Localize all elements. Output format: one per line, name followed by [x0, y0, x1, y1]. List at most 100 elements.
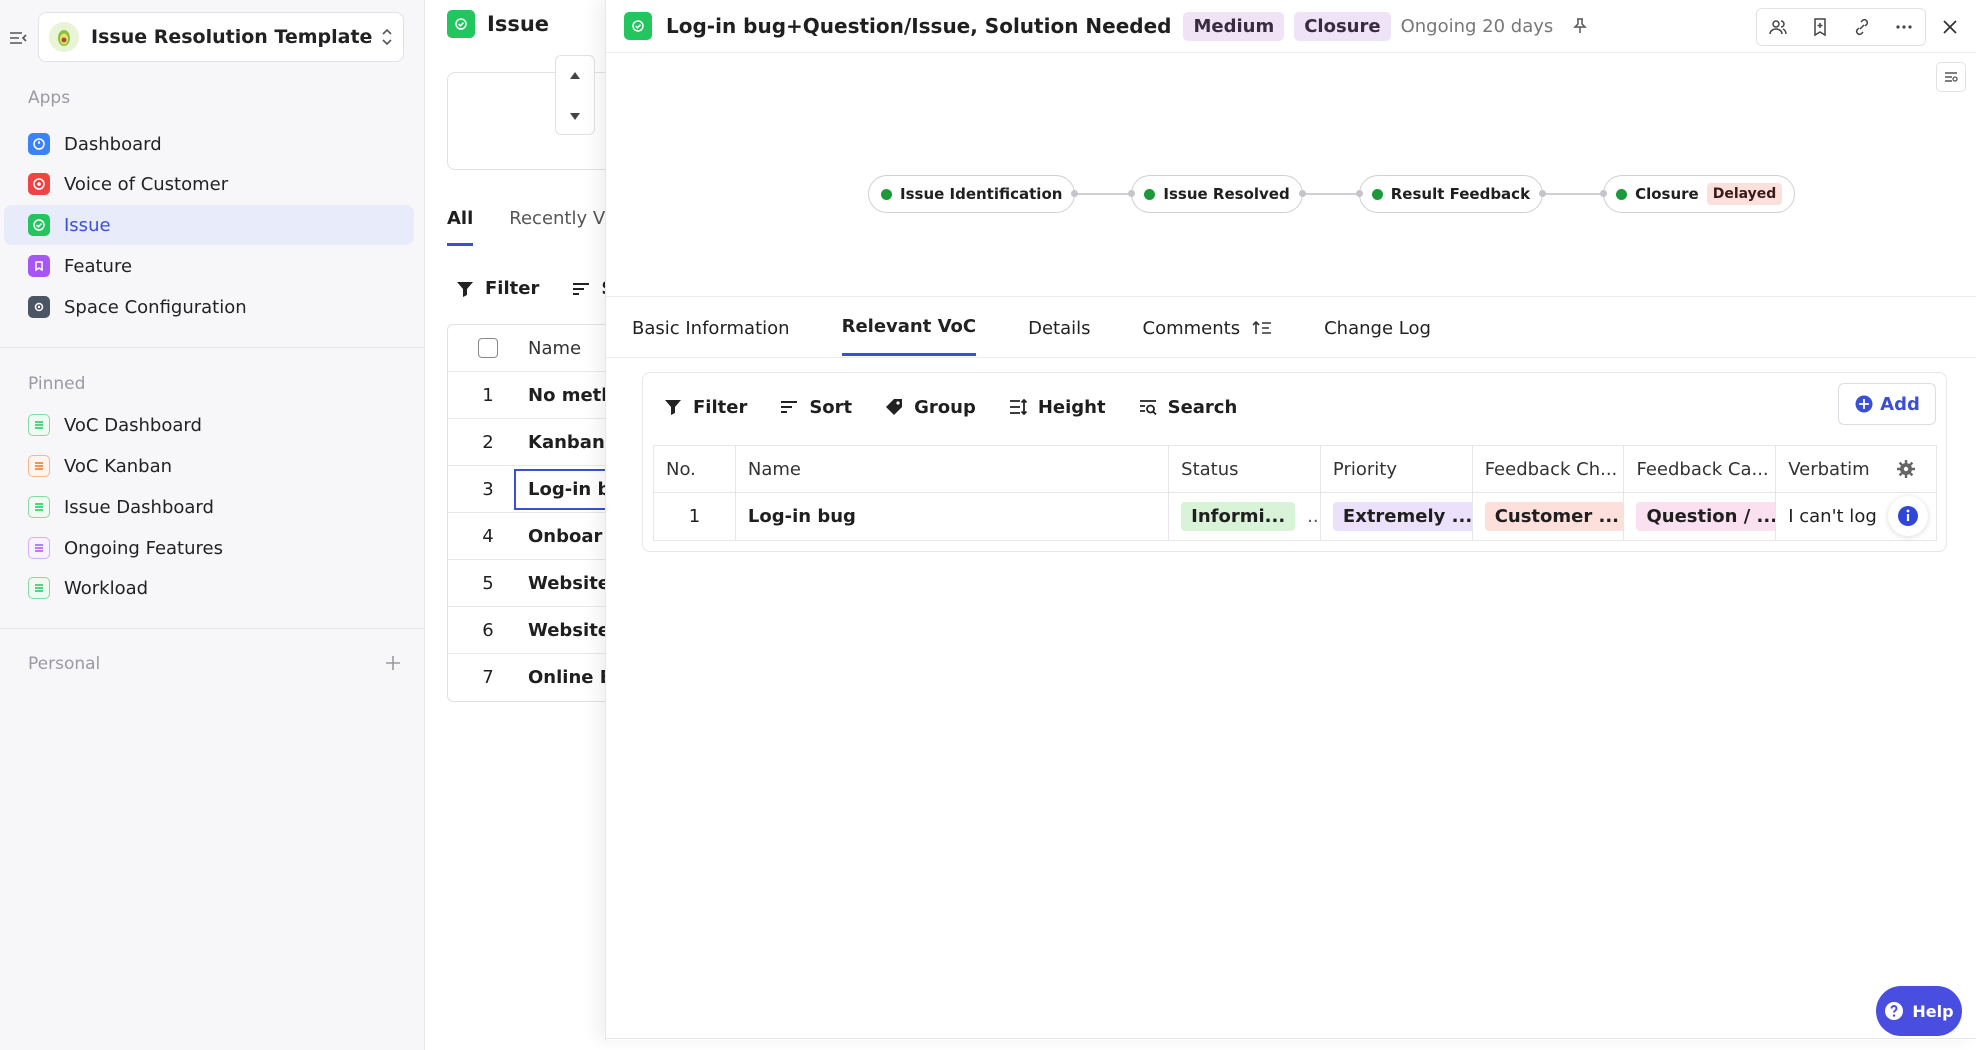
sidebar-item-space-configuration[interactable]: Space Configuration — [4, 287, 414, 327]
copy-link-button[interactable] — [1841, 9, 1883, 45]
tab-basic-information[interactable]: Basic Information — [632, 316, 790, 356]
previous-record-button[interactable] — [556, 56, 594, 96]
add-label: Add — [1880, 393, 1920, 415]
sidebar-item-label: Space Configuration — [64, 296, 247, 318]
tab-details[interactable]: Details — [1028, 316, 1090, 356]
tab-all[interactable]: All — [447, 208, 474, 246]
tag-icon — [886, 399, 903, 415]
next-record-button[interactable] — [556, 96, 594, 136]
table-settings-button[interactable] — [1888, 451, 1924, 487]
sidebar-item-label: Feature — [64, 255, 133, 277]
table-row[interactable]: 6 Website — [448, 607, 605, 654]
relevant-voc-card: Filter Sort Group Height Search Add No. … — [642, 372, 1947, 552]
column-header-feedback-channel[interactable]: Feedback Ch... — [1473, 446, 1625, 492]
issue-list-table: Name 1No meth 2Kanban 3Log-in b 4Onboar … — [447, 324, 605, 702]
list-header: Issue — [447, 10, 549, 38]
bookmark-button[interactable] — [1799, 9, 1841, 45]
gear-icon — [28, 296, 50, 318]
table-row[interactable]: 4 Onboar — [448, 513, 605, 560]
side-panel-toggle[interactable] — [1936, 62, 1966, 92]
add-voc-button[interactable]: Add — [1838, 383, 1936, 425]
group-button[interactable]: Group — [884, 397, 976, 418]
cell-feedback-category[interactable]: Question / ... — [1624, 493, 1777, 540]
row-number: 4 — [482, 525, 494, 547]
workflow-stage-result-feedback[interactable]: Result Feedback — [1358, 175, 1544, 213]
collapse-sidebar-icon[interactable] — [8, 28, 28, 48]
panel-bottom-border — [605, 1038, 1976, 1039]
tab-recently-viewed[interactable]: Recently Vi — [509, 208, 605, 246]
workflow-stage-closure[interactable]: Closure Delayed — [1603, 175, 1796, 213]
issue-detail-panel: Log-in bug+Question/Issue, Solution Need… — [605, 0, 1976, 1040]
space-selector[interactable]: Issue Resolution Template — [38, 12, 404, 62]
cell-status[interactable]: Informi... ... — [1169, 493, 1321, 540]
search-button[interactable]: Search — [1138, 397, 1237, 418]
triangle-up-icon — [570, 72, 580, 79]
list-filter-label: Filter — [485, 278, 540, 299]
pinned-item-workload[interactable]: Workload — [4, 568, 414, 608]
more-options-button[interactable] — [1883, 9, 1925, 45]
filter-button[interactable]: Filter — [663, 397, 747, 418]
cell-feedback-channel[interactable]: Customer ... — [1473, 493, 1625, 540]
space-name: Issue Resolution Template — [91, 26, 373, 48]
help-button[interactable]: Help — [1876, 986, 1962, 1036]
pinned-item-ongoing-features[interactable]: Ongoing Features — [4, 528, 414, 568]
list-filter-button[interactable]: Filter — [455, 278, 539, 299]
chevron-updown-icon — [382, 28, 392, 46]
stage-complete-dot — [1616, 188, 1628, 200]
triangle-down-icon — [570, 113, 580, 120]
stage-badge[interactable]: Closure — [1294, 11, 1391, 41]
sort-label: Sort — [809, 396, 853, 418]
sidebar-item-feature[interactable]: Feature — [4, 246, 414, 286]
pinned-item-issue-dashboard[interactable]: Issue Dashboard — [4, 487, 414, 527]
stage-label: Issue Identification — [900, 185, 1063, 203]
column-header-priority[interactable]: Priority — [1321, 446, 1473, 492]
apps-section-label: Apps — [28, 88, 71, 108]
cell-name[interactable]: Log-in bug — [736, 493, 1170, 540]
feature-icon — [28, 255, 50, 277]
column-header-name[interactable]: Name — [736, 446, 1170, 492]
table-row[interactable]: 1 Log-in bug Informi... ... Extremely ..… — [654, 493, 1936, 540]
close-panel-button[interactable] — [1930, 8, 1970, 46]
table-row[interactable]: 1 No meth — [448, 372, 605, 419]
tab-comments[interactable]: Comments — [1143, 316, 1273, 356]
table-row-selected[interactable]: 3 Log-in b — [448, 466, 605, 513]
priority-badge[interactable]: Medium — [1183, 11, 1285, 41]
info-icon — [1898, 506, 1918, 526]
workflow-stage-issue-resolved[interactable]: Issue Resolved — [1131, 175, 1303, 213]
members-button[interactable] — [1757, 9, 1799, 45]
pin-icon[interactable] — [1571, 17, 1589, 35]
workflow-connector — [1071, 190, 1136, 197]
select-all-checkbox[interactable] — [478, 338, 498, 358]
column-header-feedback-category[interactable]: Feedback Ca... — [1624, 446, 1777, 492]
status-tag: Informi... — [1181, 502, 1296, 531]
column-header-name: Name — [528, 337, 582, 359]
pinned-item-voc-kanban[interactable]: VoC Kanban — [4, 446, 414, 486]
cell-no: 1 — [654, 493, 736, 540]
pinned-item-label: Issue Dashboard — [64, 496, 214, 518]
sort-order-icon[interactable] — [1252, 319, 1272, 337]
sidebar-item-issue[interactable]: Issue — [4, 205, 414, 245]
table-row[interactable]: 5 Website — [448, 560, 605, 607]
personal-section-label: Personal — [28, 654, 101, 674]
pinned-item-voc-dashboard[interactable]: VoC Dashboard — [4, 405, 414, 445]
row-height-button[interactable]: Height — [1008, 397, 1106, 418]
sidebar-item-dashboard[interactable]: Dashboard — [4, 124, 414, 164]
sidebar-item-voice-of-customer[interactable]: Voice of Customer — [4, 164, 414, 204]
add-personal-icon[interactable] — [384, 654, 402, 672]
issue-title[interactable]: Log-in bug+Question/Issue, Solution Need… — [666, 14, 1171, 38]
column-header-no[interactable]: No. — [654, 446, 736, 492]
table-row[interactable]: 2 Kanban — [448, 419, 605, 466]
table-header-row: No. Name Status Priority Feedback Ch... … — [654, 446, 1936, 493]
tab-relevant-voc[interactable]: Relevant VoC — [841, 316, 977, 356]
stage-label: Closure — [1635, 185, 1699, 203]
header-action-group — [1756, 8, 1926, 46]
list-sort-button[interactable]: S — [571, 278, 605, 299]
list-toolbar: Filter S — [455, 278, 605, 299]
row-info-button[interactable] — [1888, 496, 1928, 536]
cell-priority[interactable]: Extremely ... — [1321, 493, 1473, 540]
column-header-status[interactable]: Status — [1169, 446, 1321, 492]
workflow-stage-issue-identification[interactable]: Issue Identification — [868, 175, 1076, 213]
table-row[interactable]: 7 Online E — [448, 654, 605, 701]
tab-change-log[interactable]: Change Log — [1324, 316, 1431, 356]
sort-button[interactable]: Sort — [779, 397, 852, 418]
